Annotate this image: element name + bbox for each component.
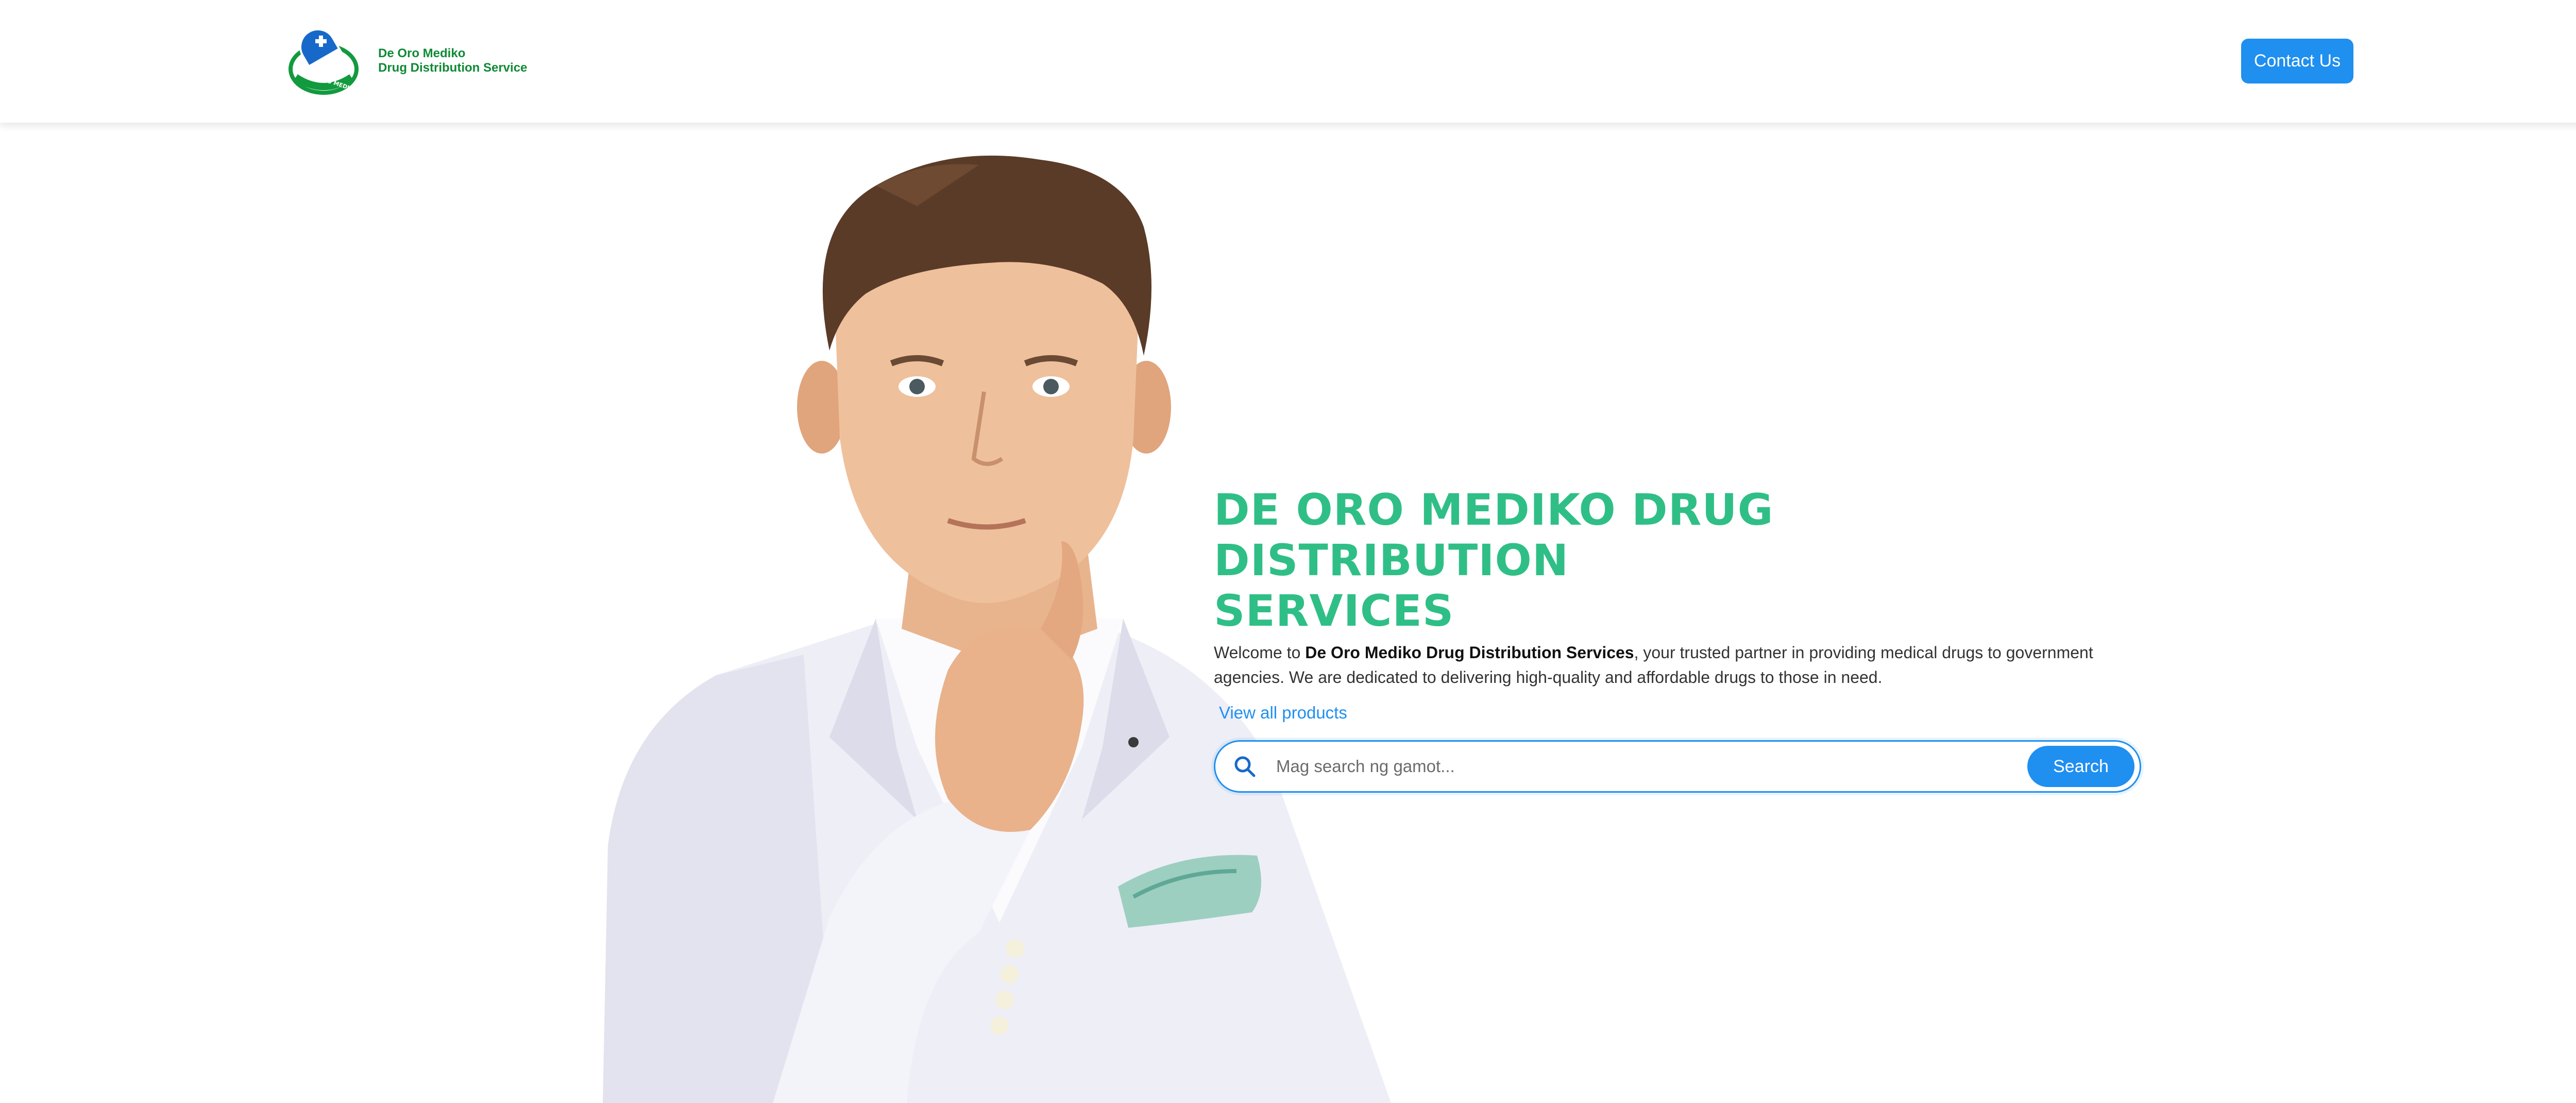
search-button[interactable]: Search xyxy=(2027,746,2134,787)
brand-name: De Oro Mediko Drug Distribution Service xyxy=(378,46,527,75)
hero-section: DE ORO MEDIKO DRUG DISTRIBUTION SERVICES… xyxy=(1214,484,2141,793)
hero-description: Welcome to De Oro Mediko Drug Distributi… xyxy=(1214,640,2121,690)
view-all-products-link[interactable]: View all products xyxy=(1219,703,1347,723)
search-bar: Search xyxy=(1214,740,2141,793)
top-navbar: DE ORO MEDIKO De Oro Mediko Drug Distrib… xyxy=(0,0,2576,123)
contact-us-button[interactable]: Contact Us xyxy=(2241,39,2353,83)
brand-line-2: Drug Distribution Service xyxy=(378,61,528,75)
brand-line-1: De Oro Mediko xyxy=(378,46,466,60)
search-icon xyxy=(1234,756,1256,777)
hero-description-company: De Oro Mediko Drug Distribution Services xyxy=(1305,643,1634,662)
brand[interactable]: DE ORO MEDIKO De Oro Mediko Drug Distrib… xyxy=(286,24,527,98)
hero-description-prefix: Welcome to xyxy=(1214,643,1306,662)
pill-cross-logo-icon: DE ORO MEDIKO xyxy=(289,28,359,95)
hero-title: DE ORO MEDIKO DRUG DISTRIBUTION SERVICES xyxy=(1214,484,1774,636)
search-input[interactable] xyxy=(1275,756,2027,777)
